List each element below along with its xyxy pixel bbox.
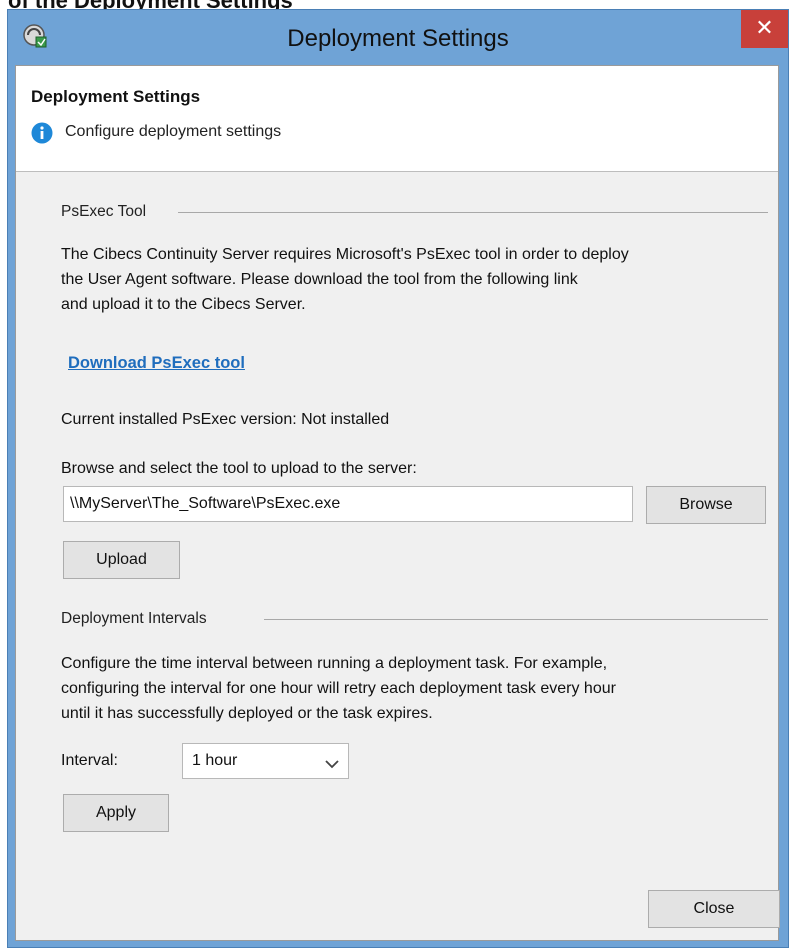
page: of the Deployment Settings Deployment Se… [0,0,794,952]
dialog-content: Deployment Settings Configure deployment… [15,65,780,941]
group-divider [264,619,768,620]
browse-prompt: Browse and select the tool to upload to … [61,460,417,477]
interval-dropdown[interactable]: 1 hour [182,743,349,779]
psexec-path-input[interactable] [63,486,633,522]
interval-label: Interval: [61,752,118,769]
close-button[interactable]: Close [648,890,780,928]
installed-version-text: Current installed PsExec version: Not in… [61,411,390,428]
header-title: Deployment Settings [31,87,201,106]
info-icon [31,122,53,144]
intervals-description: Configure the time interval between runn… [61,655,616,722]
window-title: Deployment Settings [287,25,509,52]
group-divider [178,212,768,213]
intervals-group-label: Deployment Intervals [61,610,207,627]
browse-button[interactable]: Browse [646,486,766,524]
apply-button[interactable]: Apply [63,794,169,832]
dialog-header: Deployment Settings Configure deployment… [16,66,778,172]
interval-selected-value: 1 hour [192,752,238,769]
download-psexec-link[interactable]: Download PsExec tool [68,354,245,373]
close-icon[interactable]: ✕ [741,10,788,48]
dialog-window: Deployment Settings ✕ Deployment Setting… [7,9,789,948]
upload-button[interactable]: Upload [63,541,180,579]
title-bar[interactable]: Deployment Settings ✕ [8,10,788,65]
psexec-group-label: PsExec Tool [61,203,147,220]
chevron-down-icon [325,756,339,769]
psexec-description: The Cibecs Continuity Server requires Mi… [61,246,629,313]
header-subtitle: Configure deployment settings [65,123,282,140]
